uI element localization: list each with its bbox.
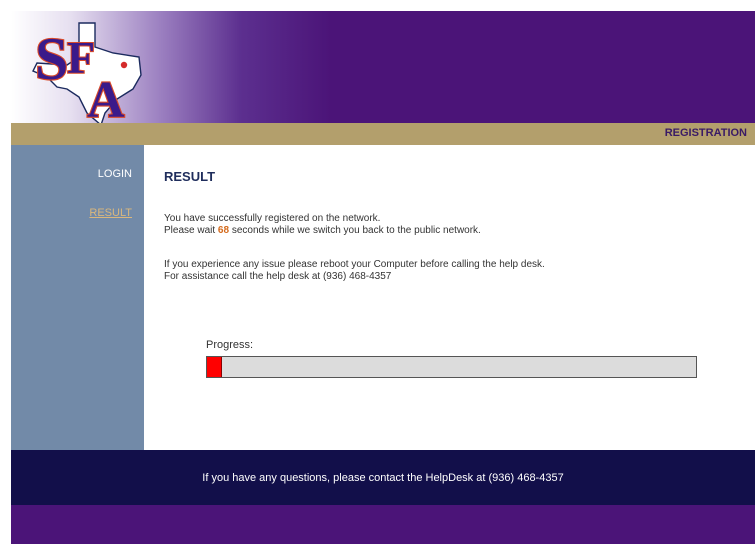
wait-message: Please wait 68 seconds while we switch y… bbox=[164, 225, 481, 237]
progress-label: Progress: bbox=[206, 339, 254, 351]
page-title: RESULT bbox=[164, 169, 216, 184]
section-title: REGISTRATION bbox=[664, 127, 747, 139]
header-banner: S F A bbox=[11, 11, 755, 125]
sidebar-item-result[interactable]: RESULT bbox=[89, 207, 132, 219]
issue-message: If you experience any issue please reboo… bbox=[164, 259, 545, 270]
footer-bottom-band bbox=[11, 505, 755, 544]
success-message: You have successfully registered on the … bbox=[164, 213, 381, 224]
progress-bar bbox=[206, 356, 697, 378]
wait-suffix: seconds while we switch you back to the … bbox=[229, 225, 481, 236]
footer-text: If you have any questions, please contac… bbox=[202, 472, 564, 484]
footer: If you have any questions, please contac… bbox=[11, 450, 755, 505]
section-bar: REGISTRATION bbox=[11, 123, 755, 145]
sidebar: LOGIN RESULT bbox=[11, 145, 144, 450]
progress-fill bbox=[207, 357, 222, 377]
sfa-logo: S F A bbox=[32, 22, 142, 125]
countdown-seconds: 68 bbox=[217, 225, 230, 236]
main-content: RESULT You have successfully registered … bbox=[144, 145, 755, 450]
sidebar-item-login[interactable]: LOGIN bbox=[98, 168, 132, 180]
assistance-message: For assistance call the help desk at (93… bbox=[164, 271, 392, 282]
svg-text:S: S bbox=[35, 26, 68, 92]
svg-text:A: A bbox=[87, 72, 125, 125]
wait-prefix: Please wait bbox=[164, 225, 218, 236]
